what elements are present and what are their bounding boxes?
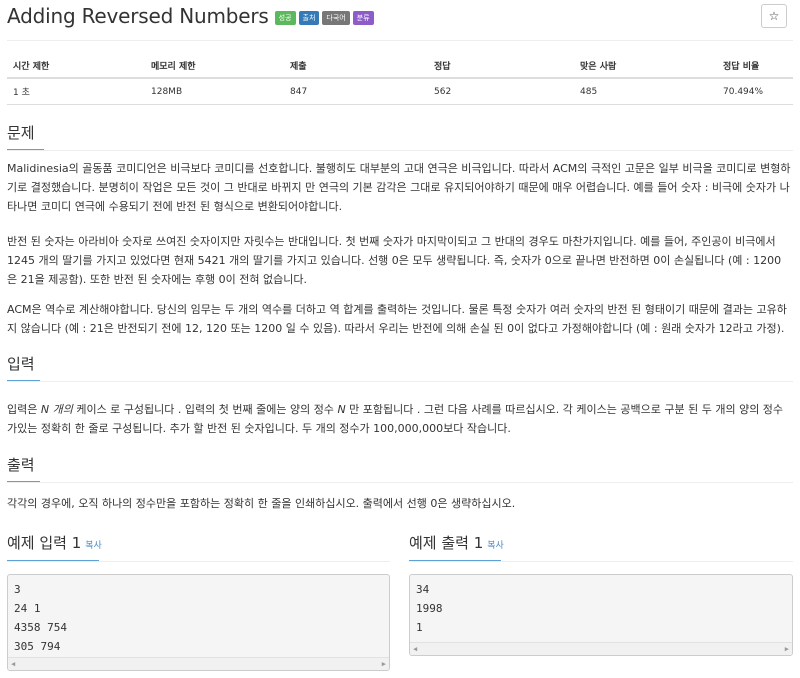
- stats-cell-time-limit: 1 초: [7, 78, 145, 105]
- input-text-italic: N: [337, 403, 346, 416]
- stats-header-cell: 메모리 제한: [145, 54, 284, 79]
- stats-cell-solvers: 485: [574, 78, 717, 105]
- stats-header-cell: 정답: [428, 54, 574, 79]
- badge-source[interactable]: 출처: [298, 11, 320, 25]
- divider: [7, 150, 793, 151]
- sample-input-line: 4358 754: [14, 621, 67, 634]
- stats-header-cell: 정답 비율: [717, 54, 793, 79]
- divider: [7, 482, 793, 483]
- sample-input-line: 3: [14, 583, 21, 596]
- sample-output-line: 34: [416, 583, 430, 596]
- problem-paragraph: ACM은 역수로 계산해야합니다. 당신의 임무는 두 개의 역수를 더하고 역…: [7, 303, 787, 335]
- divider: [7, 381, 793, 382]
- badge-group: 성공 출처 다국어 분류: [274, 11, 374, 25]
- output-description: 각각의 경우에, 오직 하나의 정수만을 포함하는 정확히 한 줄을 인쇄하십시…: [7, 497, 516, 510]
- stats-row: 1 초 128MB 847 562 485 70.494%: [7, 78, 793, 105]
- stats-header-row: 시간 제한 메모리 제한 제출 정답 맞은 사람 정답 비율: [7, 54, 793, 79]
- problem-heading: 문제: [7, 122, 44, 151]
- input-text: 입력은: [7, 403, 41, 416]
- stats-cell-submissions: 847: [284, 78, 428, 105]
- stats-cell-memory-limit: 128MB: [145, 78, 284, 105]
- star-icon: ☆: [768, 9, 780, 23]
- sample-input-title: 예제 입력 1: [7, 534, 82, 552]
- scroll-left-icon[interactable]: ◀: [11, 658, 15, 670]
- input-text-italic: N 개의: [40, 403, 73, 416]
- horizontal-scrollbar[interactable]: ◀ ▶: [410, 642, 792, 655]
- copy-output-button[interactable]: 복사: [487, 541, 504, 551]
- problem-paragraph: Malidinesia의 골동품 코미디언은 비극보다 코미디를 선호합니다. …: [7, 162, 791, 213]
- sample-input-heading: 예제 입력 1 복사: [7, 532, 102, 562]
- badge-success[interactable]: 성공: [274, 11, 296, 25]
- divider: [409, 561, 793, 562]
- input-text: 케이스 로 구성됩니다 . 입력의 첫 번째 줄에는 양의 정수: [72, 403, 338, 416]
- problem-paragraph: 반전 된 숫자는 아라비아 숫자로 쓰여진 숫자이지만 자릿수는 반대입니다. …: [7, 235, 782, 286]
- stats-header-cell: 시간 제한: [7, 54, 145, 79]
- sample-input-line: 305 794: [14, 640, 61, 653]
- output-heading-text: 출력: [7, 456, 35, 474]
- sample-output-heading: 예제 출력 1 복사: [409, 532, 504, 562]
- stats-cell-ratio: 70.494%: [717, 78, 793, 105]
- problem-title-bar: Adding Reversed Numbers 성공 출처 다국어 분류: [7, 4, 374, 28]
- sample-output-line: 1998: [416, 602, 443, 615]
- divider: [7, 40, 793, 41]
- badge-category[interactable]: 분류: [352, 11, 374, 25]
- stats-header-cell: 제출: [284, 54, 428, 79]
- input-description: 입력은 N 개의 케이스 로 구성됩니다 . 입력의 첫 번째 줄에는 양의 정…: [7, 400, 791, 438]
- scroll-left-icon[interactable]: ◀: [413, 643, 417, 655]
- stats-cell-accepted: 562: [428, 78, 574, 105]
- divider: [7, 561, 390, 562]
- sample-output-box[interactable]: 34 1998 1 ◀ ▶: [409, 574, 793, 656]
- input-heading: 입력: [7, 353, 40, 382]
- stats-header-cell: 맞은 사람: [574, 54, 717, 79]
- stats-table: 시간 제한 메모리 제한 제출 정답 맞은 사람 정답 비율 1 초 128MB…: [7, 54, 793, 105]
- output-heading: 출력: [7, 454, 40, 483]
- copy-input-button[interactable]: 복사: [85, 541, 102, 551]
- scroll-right-icon[interactable]: ▶: [382, 658, 386, 670]
- horizontal-scrollbar[interactable]: ◀ ▶: [8, 657, 389, 670]
- sample-input-line: 24 1: [14, 602, 41, 615]
- scroll-right-icon[interactable]: ▶: [785, 643, 789, 655]
- badge-multilang[interactable]: 다국어: [322, 11, 350, 25]
- input-heading-text: 입력: [7, 355, 35, 373]
- star-button[interactable]: ☆: [761, 4, 787, 28]
- sample-output-line: 1: [416, 621, 423, 634]
- sample-output-title: 예제 출력 1: [409, 534, 484, 552]
- problem-title: Adding Reversed Numbers: [7, 4, 269, 28]
- sample-input-box[interactable]: 3 24 1 4358 754 305 794 ◀ ▶: [7, 574, 390, 671]
- problem-heading-text: 문제: [7, 124, 35, 142]
